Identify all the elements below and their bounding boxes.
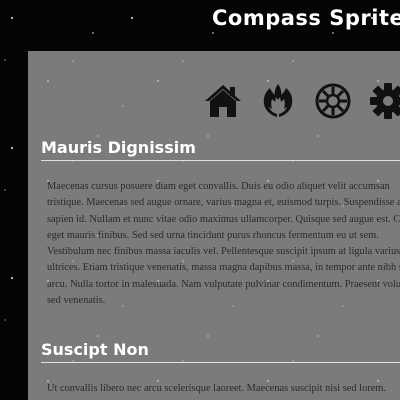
icon-nav [204, 81, 400, 121]
galactic-empire-link[interactable] [314, 82, 352, 120]
galactic-empire-icon [315, 83, 351, 119]
section-heading: Suscipt Non [41, 340, 149, 359]
content-panel: Mauris Dignissim Maecenas cursus posuere… [28, 51, 400, 400]
article-section-2: Suscipt Non Ut convallis libero nec arcu… [28, 339, 400, 397]
section-divider [41, 362, 400, 363]
gear-icon [370, 83, 400, 119]
section-paragraph: Maecenas cursus posuere diam eget conval… [47, 181, 400, 307]
article-section-1: Mauris Dignissim Maecenas cursus posuere… [28, 137, 400, 309]
site-title: Compass Sprites [212, 6, 400, 30]
section-heading: Mauris Dignissim [41, 138, 196, 157]
section-divider [41, 160, 400, 161]
home-link[interactable] [204, 82, 242, 120]
rebel-alliance-icon [263, 84, 293, 117]
section-paragraph: Ut convallis libero nec arcu scelerisque… [47, 383, 387, 394]
home-icon [205, 85, 241, 117]
settings-link[interactable] [369, 82, 400, 120]
rebel-alliance-link[interactable] [259, 82, 297, 120]
